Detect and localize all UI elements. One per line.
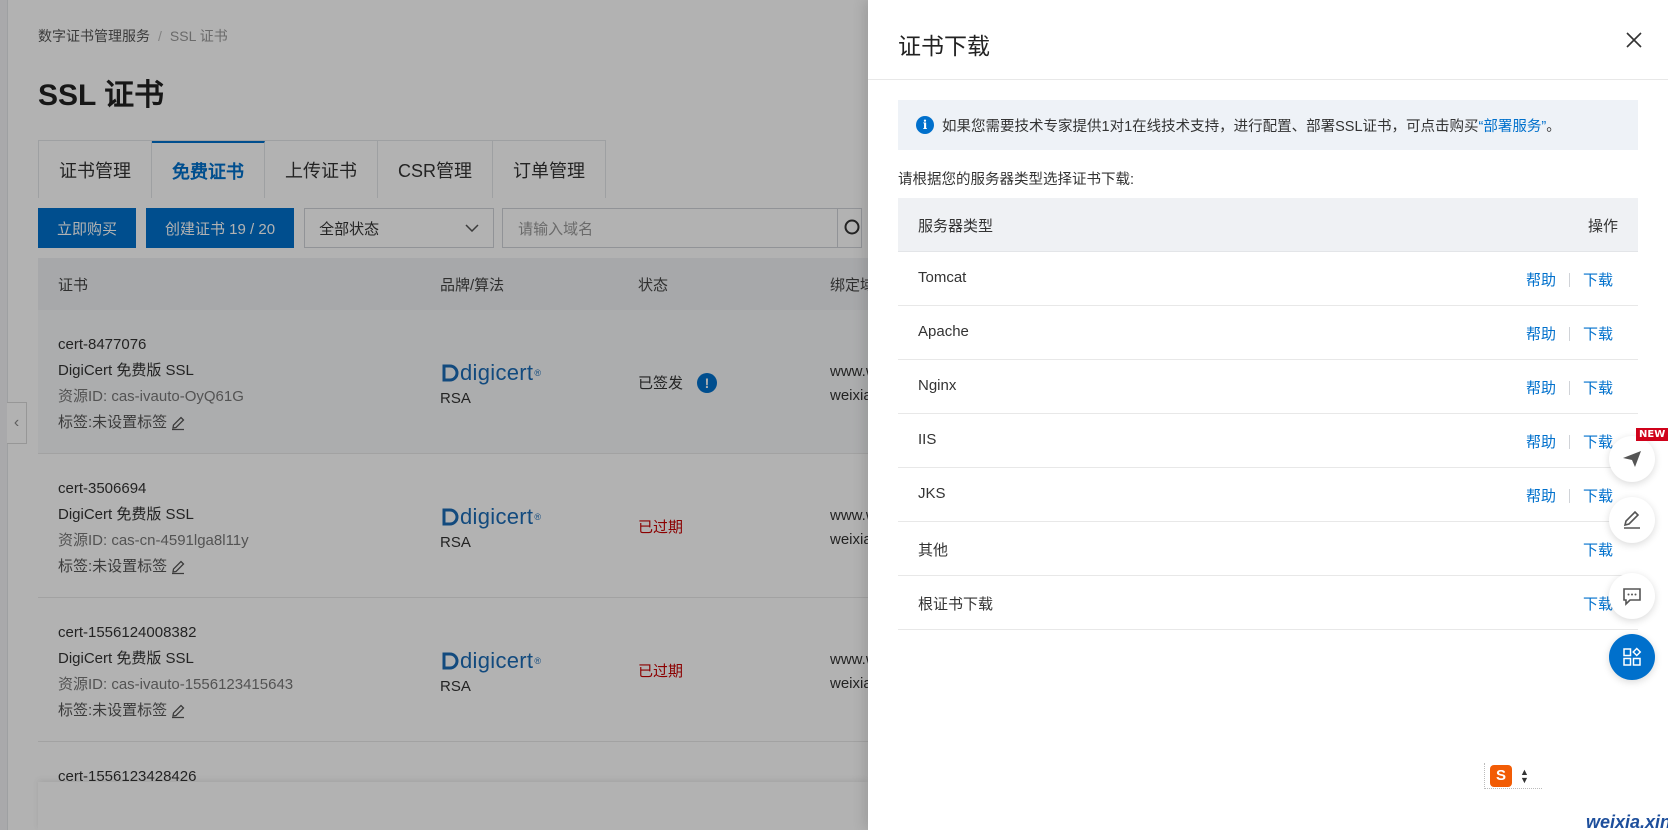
- row-actions: 帮助 下载: [1526, 431, 1613, 452]
- download-link[interactable]: 下载: [1583, 377, 1613, 398]
- download-link[interactable]: 下载: [1583, 539, 1613, 560]
- row-actions: 帮助 下载: [1526, 485, 1613, 506]
- server-name: IIS: [918, 431, 937, 448]
- info-text: 如果您需要技术专家提供1对1在线技术支持，进行配置、部署SSL证书，可点击购买: [942, 118, 1479, 135]
- download-link[interactable]: 下载: [1583, 269, 1613, 290]
- close-button[interactable]: [1622, 28, 1646, 52]
- row-actions: 帮助 下载: [1526, 323, 1613, 344]
- server-row-iis: IIS 帮助 下载: [898, 414, 1638, 468]
- cert-download-drawer: 证书下载 i 如果您需要技术专家提供1对1在线技术支持，进行配置、部署SSL证书…: [868, 0, 1668, 830]
- info-end: 。: [1546, 118, 1561, 135]
- server-name: 其他: [918, 542, 949, 559]
- download-link[interactable]: 下载: [1583, 323, 1613, 344]
- help-link[interactable]: 帮助: [1526, 485, 1556, 506]
- server-row-other: 其他 下载: [898, 522, 1638, 576]
- feedback-float-button[interactable]: [1609, 436, 1655, 482]
- help-link[interactable]: 帮助: [1526, 377, 1556, 398]
- server-row-tomcat: Tomcat 帮助 下载: [898, 252, 1638, 306]
- row-actions: 下载: [1583, 539, 1613, 560]
- server-table-header: 服务器类型 操作: [898, 198, 1638, 252]
- server-row-jks: JKS 帮助 下载: [898, 468, 1638, 522]
- divider: [1568, 434, 1570, 449]
- header-server-type: 服务器类型: [918, 218, 994, 235]
- server-name: Tomcat: [918, 269, 967, 286]
- help-link[interactable]: 帮助: [1526, 269, 1556, 290]
- edit-float-button[interactable]: [1609, 497, 1655, 543]
- chat-icon: [1623, 588, 1641, 606]
- watermark: weixia.xin: [1586, 812, 1668, 830]
- divider: [1568, 380, 1570, 395]
- apps-grid-icon: [1623, 647, 1642, 666]
- chat-float-button[interactable]: [1609, 573, 1655, 619]
- modal-overlay[interactable]: [0, 0, 868, 830]
- row-actions: 帮助 下载: [1526, 269, 1613, 290]
- help-link[interactable]: 帮助: [1526, 431, 1556, 452]
- divider: [1568, 326, 1570, 341]
- row-actions: 帮助 下载: [1526, 377, 1613, 398]
- instruction-text: 请根据您的服务器类型选择证书下载:: [898, 172, 1135, 188]
- deploy-service-link[interactable]: “部署服务”: [1479, 115, 1547, 136]
- pencil-icon: [1623, 510, 1640, 529]
- server-type-table: 服务器类型 操作 Tomcat 帮助 下载 Apache 帮助 下载 Nginx 帮…: [898, 198, 1638, 630]
- divider: [1568, 488, 1570, 503]
- download-link[interactable]: 下载: [1583, 485, 1613, 506]
- new-badge: NEW: [1636, 428, 1668, 441]
- info-icon: i: [916, 116, 934, 134]
- server-name: Apache: [918, 323, 969, 340]
- info-notice: i 如果您需要技术专家提供1对1在线技术支持，进行配置、部署SSL证书，可点击购…: [898, 100, 1638, 150]
- server-name: 根证书下载: [918, 596, 994, 613]
- ime-logo: S: [1490, 764, 1512, 787]
- server-row-apache: Apache 帮助 下载: [898, 306, 1638, 360]
- paper-plane-icon: [1623, 451, 1641, 467]
- ime-toolbar[interactable]: S ▲ ▼: [1484, 763, 1542, 789]
- server-row-root-cert: 根证书下载 下载: [898, 576, 1638, 630]
- ime-menu-icon: ▲ ▼: [1520, 766, 1529, 785]
- drawer-title: 证书下载: [898, 33, 990, 59]
- apps-float-button[interactable]: [1609, 634, 1655, 680]
- header-action: 操作: [1587, 218, 1618, 235]
- server-row-nginx: Nginx 帮助 下载: [898, 360, 1638, 414]
- server-name: Nginx: [918, 377, 957, 394]
- server-name: JKS: [918, 485, 946, 502]
- divider: [1568, 272, 1570, 287]
- close-icon: [1626, 32, 1642, 48]
- drawer-header: 证书下载: [868, 0, 1668, 80]
- download-link[interactable]: 下载: [1583, 431, 1613, 452]
- help-link[interactable]: 帮助: [1526, 323, 1556, 344]
